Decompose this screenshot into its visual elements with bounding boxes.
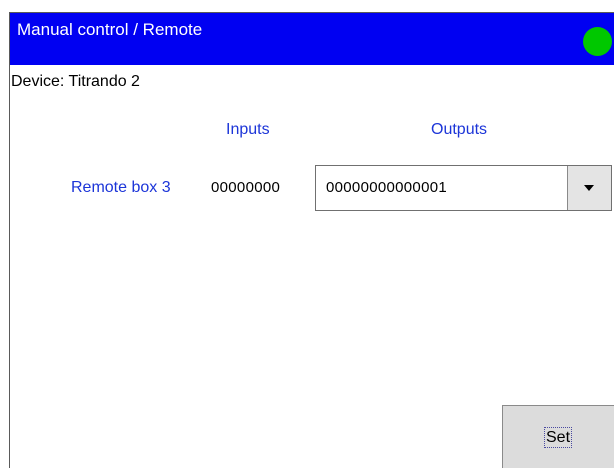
window-title: Manual control / Remote <box>17 20 203 39</box>
outputs-column-header: Outputs <box>431 121 488 138</box>
outputs-value[interactable]: 00000000000001 <box>326 178 447 197</box>
outputs-dropdown-button[interactable] <box>567 166 611 210</box>
status-indicator-icon <box>583 27 612 56</box>
outputs-select[interactable]: 00000000000001 <box>315 165 612 211</box>
set-button-label: Set <box>544 427 573 448</box>
manual-control-window: Manual control / Remote Device: Titrando… <box>0 0 614 468</box>
chevron-down-icon <box>584 185 594 191</box>
inputs-column-header: Inputs <box>226 121 270 138</box>
remote-box-label: Remote box 3 <box>71 179 171 196</box>
inputs-value: 00000000 <box>211 179 281 196</box>
device-label: Device: Titrando 2 <box>11 73 140 90</box>
set-button[interactable]: Set <box>502 405 614 468</box>
